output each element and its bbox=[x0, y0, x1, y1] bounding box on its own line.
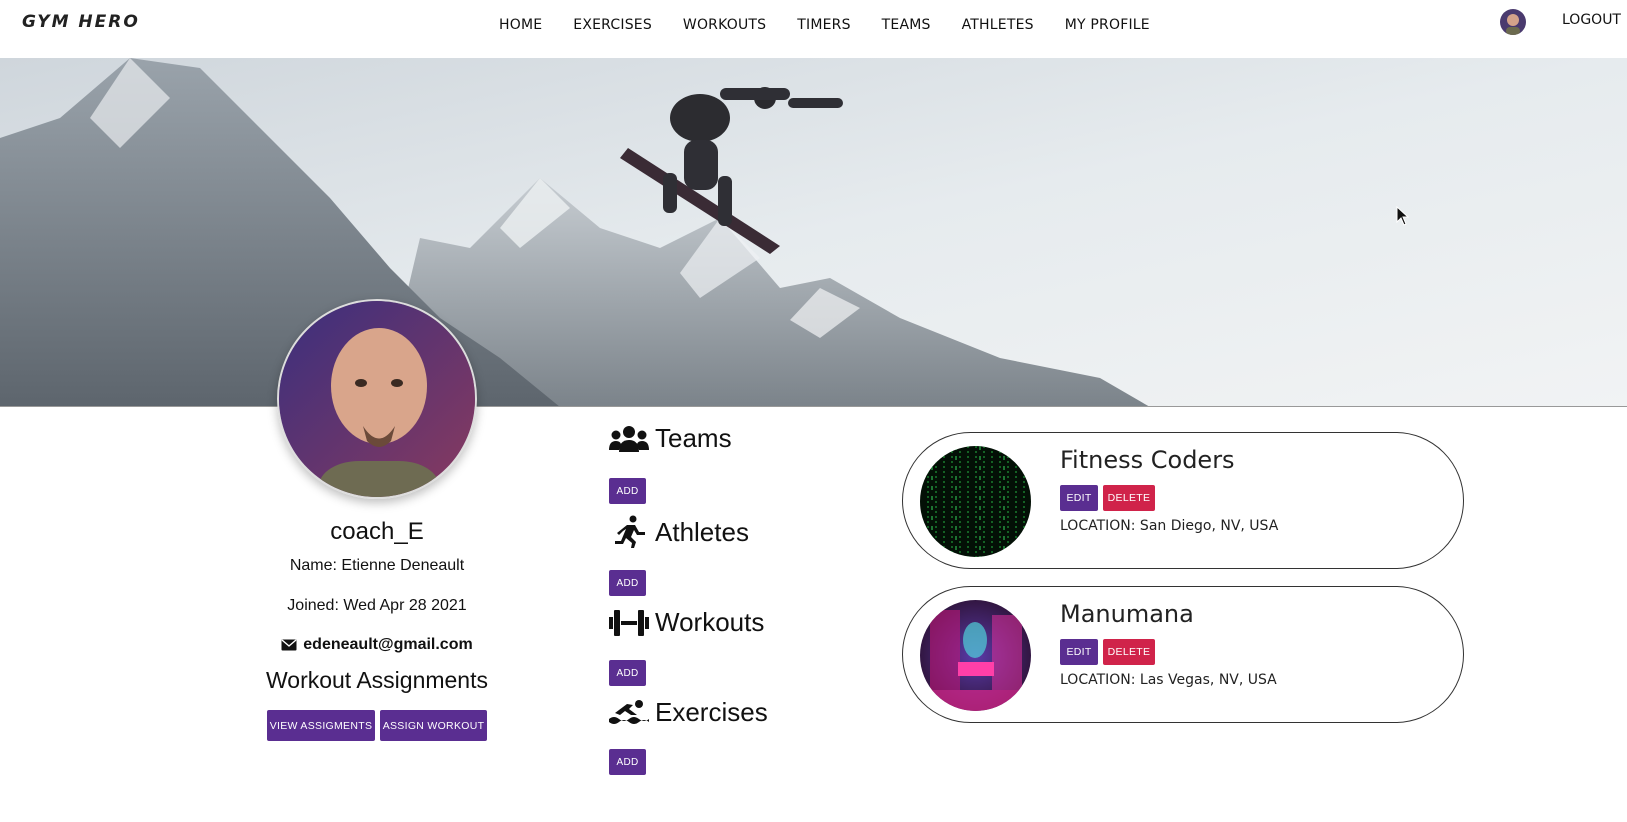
exercises-section-title: Exercises bbox=[655, 697, 768, 727]
nav-link-my-profile[interactable]: MY PROFILE bbox=[1065, 17, 1150, 33]
add-exercise-button[interactable]: ADD bbox=[609, 749, 646, 775]
profile-email[interactable]: edeneault@gmail.com bbox=[303, 636, 472, 654]
assign-workout-button[interactable]: ASSIGN WORKOUT bbox=[380, 710, 487, 741]
profile-avatar bbox=[277, 299, 477, 499]
team-card: Fitness Coders EDIT DELETE LOCATION: San… bbox=[902, 432, 1464, 569]
top-navbar: GYM HERO HOME EXERCISES WORKOUTS TIMERS … bbox=[0, 0, 1627, 58]
teams-section-title: Teams bbox=[655, 423, 732, 453]
profile-name: Name: Etienne Deneault bbox=[289, 557, 465, 574]
edit-team-button[interactable]: EDIT bbox=[1060, 485, 1098, 511]
athletes-section-heading: Athletes bbox=[609, 515, 749, 549]
athletes-section-title: Athletes bbox=[655, 516, 749, 547]
envelope-icon bbox=[281, 639, 297, 651]
profile-email-row: edeneault@gmail.com bbox=[227, 636, 527, 654]
user-avatar-small[interactable] bbox=[1500, 9, 1526, 35]
team-name[interactable]: Manumana bbox=[1060, 600, 1194, 628]
nav-link-timers[interactable]: TIMERS bbox=[797, 17, 850, 33]
team-logo-fitness-coders bbox=[920, 446, 1031, 557]
exercises-section-heading: Exercises bbox=[609, 697, 768, 728]
view-assignments-button[interactable]: VIEW ASSIGMENTS bbox=[267, 710, 375, 741]
dumbbell-icon bbox=[609, 609, 649, 636]
workout-assignments-heading: Workout Assignments bbox=[265, 667, 488, 693]
nav-link-workouts[interactable]: WORKOUTS bbox=[683, 17, 766, 33]
hero-banner-image bbox=[0, 58, 1627, 407]
add-workout-button[interactable]: ADD bbox=[609, 660, 646, 686]
workouts-section-title: Workouts bbox=[655, 607, 765, 637]
profile-username: coach_E bbox=[330, 518, 424, 545]
edit-team-button[interactable]: EDIT bbox=[1060, 639, 1098, 665]
team-location: LOCATION: San Diego, NV, USA bbox=[1060, 518, 1279, 534]
nav-link-exercises[interactable]: EXERCISES bbox=[573, 17, 652, 33]
team-logo-manumana bbox=[920, 600, 1031, 711]
add-team-button[interactable]: ADD bbox=[609, 478, 646, 504]
swimmer-icon bbox=[609, 699, 649, 724]
workouts-section-heading: Workouts bbox=[609, 607, 764, 638]
mouse-cursor-icon bbox=[1396, 206, 1410, 226]
delete-team-button[interactable]: DELETE bbox=[1103, 639, 1155, 665]
nav-link-athletes[interactable]: ATHLETES bbox=[962, 17, 1034, 33]
running-icon bbox=[615, 515, 645, 548]
profile-joined-date: Joined: Wed Apr 28 2021 bbox=[287, 597, 467, 614]
brand-logo[interactable]: GYM HERO bbox=[22, 12, 140, 32]
teams-section-heading: Teams bbox=[609, 423, 732, 454]
nav-link-home[interactable]: HOME bbox=[499, 17, 542, 33]
logout-link[interactable]: LOGOUT bbox=[1562, 12, 1621, 28]
team-card: Manumana EDIT DELETE LOCATION: Las Vegas… bbox=[902, 586, 1464, 723]
team-name[interactable]: Fitness Coders bbox=[1060, 446, 1235, 474]
nav-link-teams[interactable]: TEAMS bbox=[882, 17, 931, 33]
nav-links: HOME EXERCISES WORKOUTS TIMERS TEAMS ATH… bbox=[499, 17, 1181, 33]
users-icon bbox=[609, 425, 649, 452]
add-athlete-button[interactable]: ADD bbox=[609, 570, 646, 596]
delete-team-button[interactable]: DELETE bbox=[1103, 485, 1155, 511]
team-location: LOCATION: Las Vegas, NV, USA bbox=[1060, 672, 1277, 688]
